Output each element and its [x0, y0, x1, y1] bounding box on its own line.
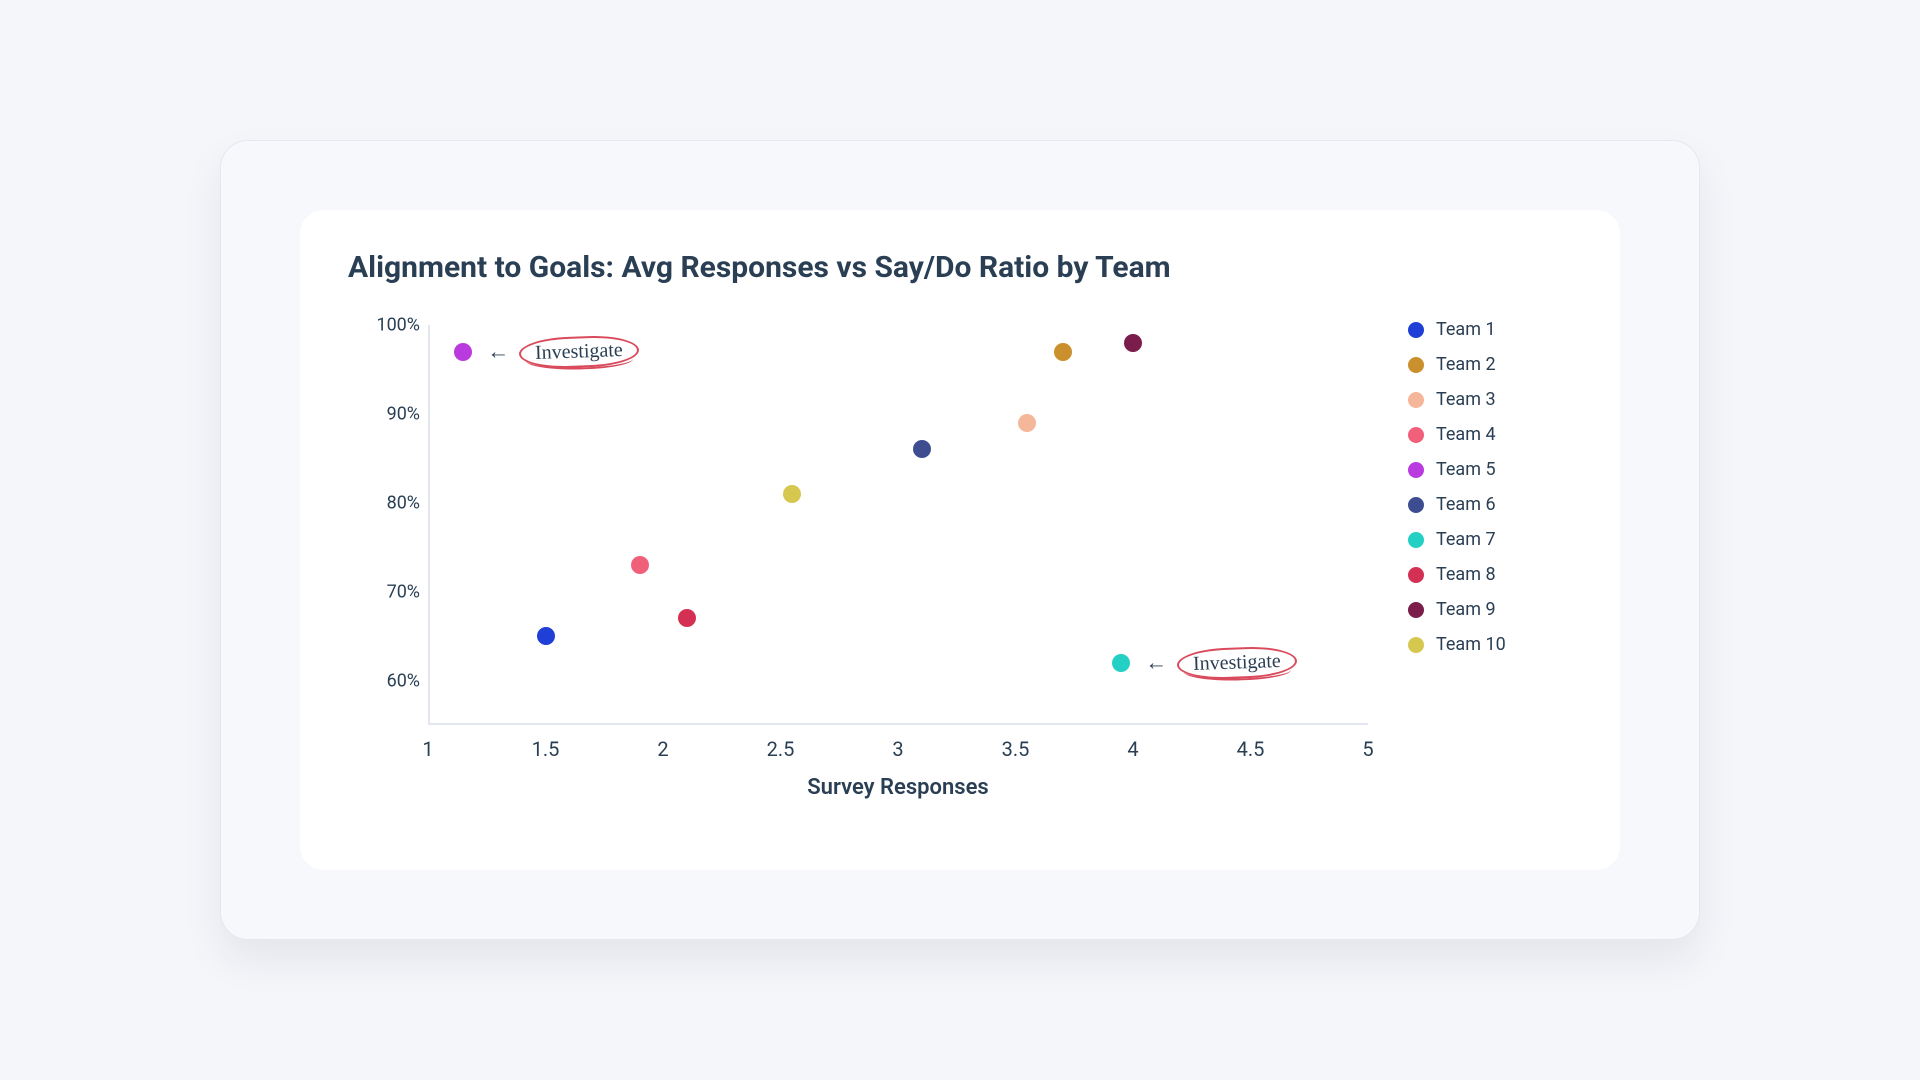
legend-item-team-1[interactable]: Team 1	[1408, 319, 1506, 340]
annotation-team-7: ← Investigate	[1145, 647, 1297, 678]
x-tick-label: 5	[1348, 737, 1388, 761]
legend-label: Team 1	[1436, 319, 1496, 340]
legend-swatch-icon	[1408, 322, 1424, 338]
data-point-team-10[interactable]	[783, 485, 801, 503]
legend-label: Team 9	[1436, 599, 1496, 620]
legend-label: Team 2	[1436, 354, 1496, 375]
x-tick-label: 1	[408, 737, 448, 761]
legend-item-team-7[interactable]: Team 7	[1408, 529, 1506, 550]
arrow-left-icon: ←	[487, 339, 509, 365]
y-tick-label: 90%	[348, 403, 420, 424]
legend-item-team-8[interactable]: Team 8	[1408, 564, 1506, 585]
legend-label: Team 10	[1436, 634, 1506, 655]
legend-swatch-icon	[1408, 532, 1424, 548]
y-tick-label: 70%	[348, 581, 420, 602]
legend-label: Team 4	[1436, 424, 1496, 445]
data-point-team-2[interactable]	[1054, 343, 1072, 361]
x-tick-label: 3.5	[996, 737, 1036, 761]
legend-swatch-icon	[1408, 602, 1424, 618]
legend-label: Team 5	[1436, 459, 1496, 480]
data-point-team-5[interactable]	[454, 343, 472, 361]
arrow-left-icon: ←	[1145, 650, 1167, 676]
data-point-team-9[interactable]	[1124, 334, 1142, 352]
chart-title: Alignment to Goals: Avg Responses vs Say…	[348, 250, 1572, 285]
legend-item-team-3[interactable]: Team 3	[1408, 389, 1506, 410]
x-axis-label: Survey Responses	[428, 775, 1368, 800]
legend-label: Team 6	[1436, 494, 1496, 515]
legend-item-team-10[interactable]: Team 10	[1408, 634, 1506, 655]
x-tick-label: 2.5	[761, 737, 801, 761]
legend-item-team-5[interactable]: Team 5	[1408, 459, 1506, 480]
legend-item-team-9[interactable]: Team 9	[1408, 599, 1506, 620]
legend-label: Team 3	[1436, 389, 1496, 410]
x-tick-label: 3	[878, 737, 918, 761]
annotation-text: Investigate	[519, 334, 640, 369]
legend-swatch-icon	[1408, 637, 1424, 653]
chart-zone: 60% 70% 80% 90% 100% 1 1.5 2 2.5 3 3.5 4 4.5 5 Surve…	[348, 305, 1572, 845]
data-point-team-3[interactable]	[1018, 414, 1036, 432]
legend-swatch-icon	[1408, 567, 1424, 583]
chart-card: Alignment to Goals: Avg Responses vs Say…	[300, 210, 1620, 870]
data-point-team-1[interactable]	[537, 627, 555, 645]
legend-label: Team 8	[1436, 564, 1496, 585]
legend-swatch-icon	[1408, 392, 1424, 408]
data-point-team-8[interactable]	[678, 609, 696, 627]
data-point-team-7[interactable]	[1112, 654, 1130, 672]
outer-card: Alignment to Goals: Avg Responses vs Say…	[220, 140, 1700, 940]
legend-swatch-icon	[1408, 427, 1424, 443]
x-tick-label: 1.5	[526, 737, 566, 761]
y-tick-label: 100%	[348, 315, 420, 336]
legend: Team 1 Team 2 Team 3 Team 4 Team 5 Team 6 Team…	[1408, 319, 1506, 655]
x-tick-label: 4.5	[1231, 737, 1271, 761]
legend-item-team-6[interactable]: Team 6	[1408, 494, 1506, 515]
y-tick-label: 80%	[348, 492, 420, 513]
legend-swatch-icon	[1408, 357, 1424, 373]
legend-item-team-4[interactable]: Team 4	[1408, 424, 1506, 445]
data-point-team-4[interactable]	[631, 556, 649, 574]
annotation-team-5: ← Investigate	[487, 336, 639, 367]
annotation-text: Investigate	[1177, 645, 1298, 680]
data-point-team-6[interactable]	[913, 440, 931, 458]
legend-swatch-icon	[1408, 462, 1424, 478]
legend-swatch-icon	[1408, 497, 1424, 513]
y-tick-label: 60%	[348, 670, 420, 691]
legend-label: Team 7	[1436, 529, 1496, 550]
x-tick-label: 4	[1113, 737, 1153, 761]
legend-item-team-2[interactable]: Team 2	[1408, 354, 1506, 375]
x-tick-label: 2	[643, 737, 683, 761]
